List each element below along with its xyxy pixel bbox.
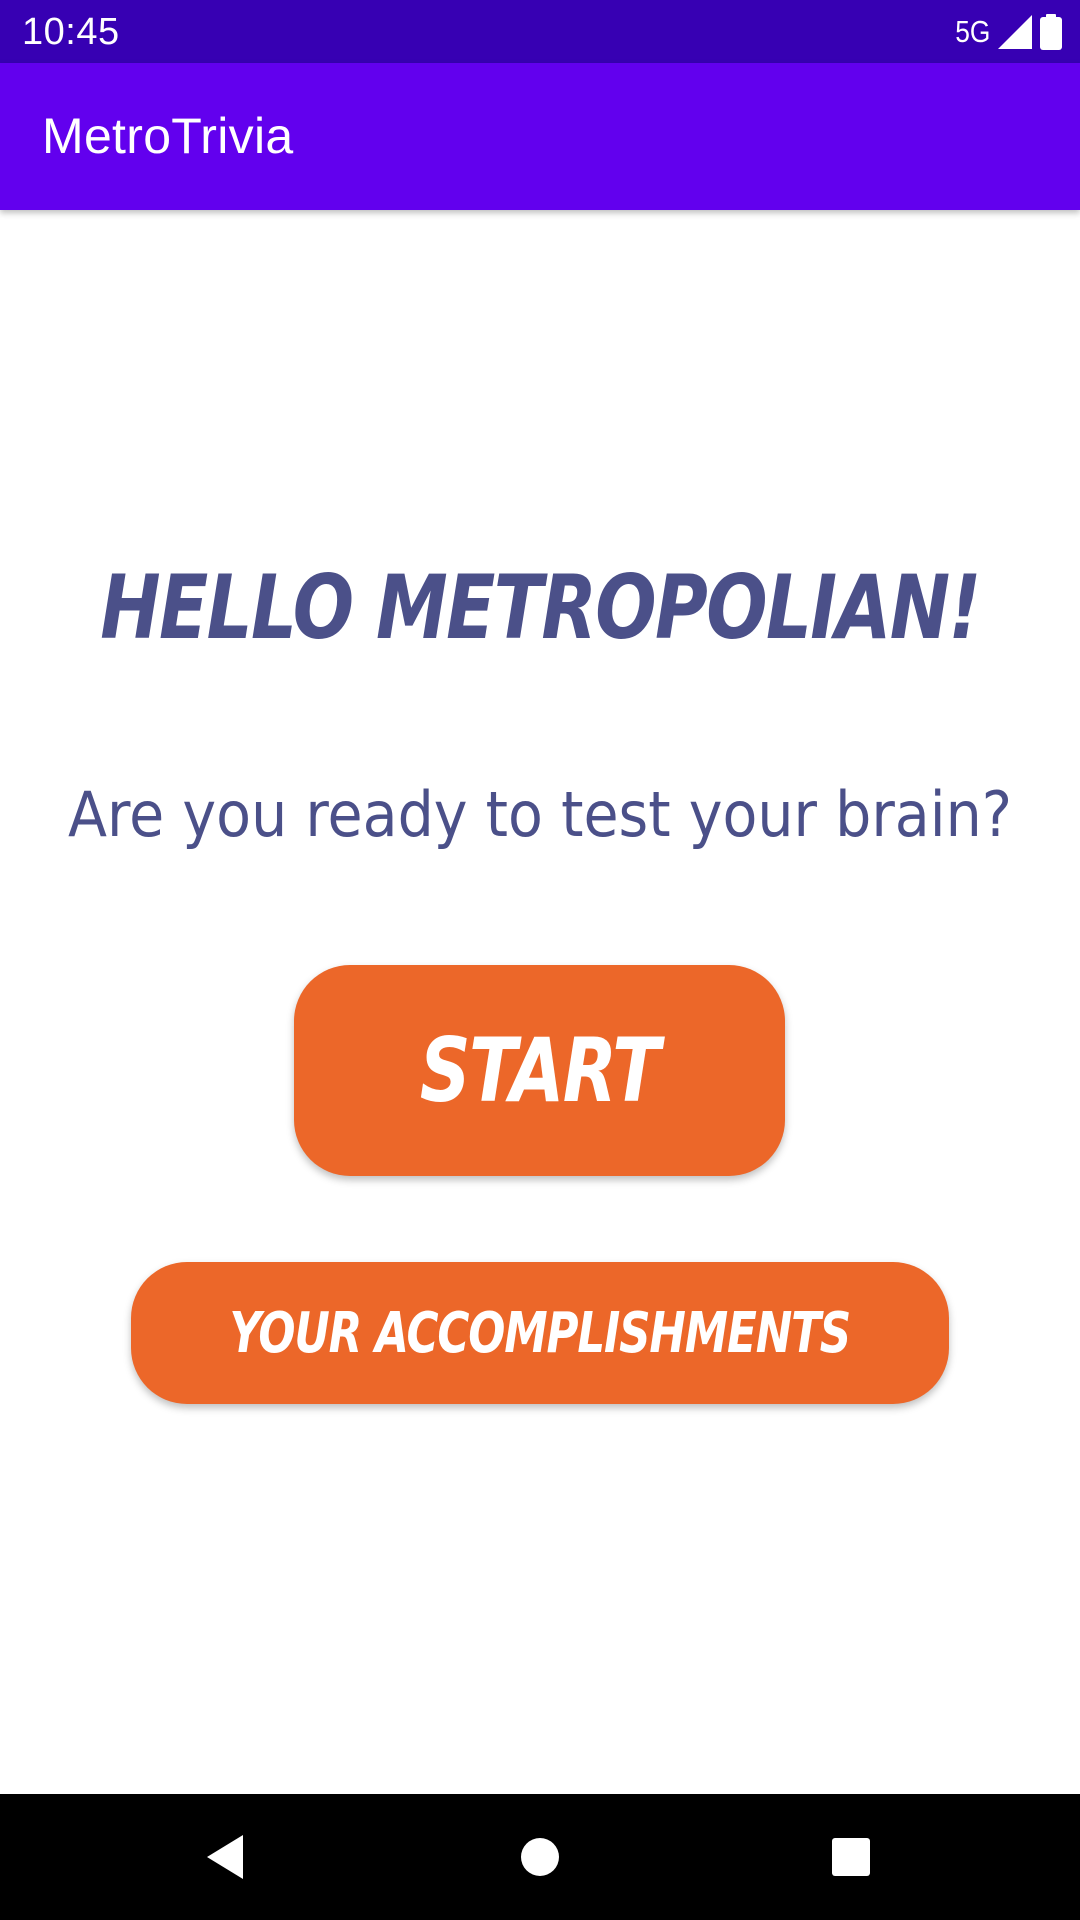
screen: 10:45 5G MetroTrivia HELLO METROPOLIAN! … [0, 0, 1080, 1920]
status-time: 10:45 [22, 11, 120, 53]
subtitle-text: Are you ready to test your brain? [67, 778, 1013, 851]
status-bar: 10:45 5G [0, 0, 1080, 63]
start-button[interactable]: START [294, 965, 785, 1176]
nav-back-button[interactable] [155, 1794, 295, 1920]
back-icon [203, 1833, 247, 1881]
status-icons: 5G [949, 10, 1062, 54]
navigation-bar [0, 1794, 1080, 1920]
network-type: 5G [954, 14, 990, 49]
home-icon [520, 1837, 560, 1877]
nav-recents-button[interactable] [781, 1794, 921, 1920]
app-bar: MetroTrivia [0, 63, 1080, 210]
greeting-heading: HELLO METROPOLIAN! [100, 556, 981, 659]
nav-home-button[interactable] [470, 1794, 610, 1920]
accomplishments-button-label: YOUR ACCOMPLISHMENTS [229, 1300, 852, 1366]
battery-icon [1040, 14, 1062, 50]
signal-icon [998, 15, 1032, 49]
accomplishments-button[interactable]: YOUR ACCOMPLISHMENTS [131, 1262, 949, 1404]
start-button-label: START [420, 1019, 660, 1122]
app-title: MetroTrivia [42, 108, 294, 164]
recents-icon [831, 1837, 871, 1877]
